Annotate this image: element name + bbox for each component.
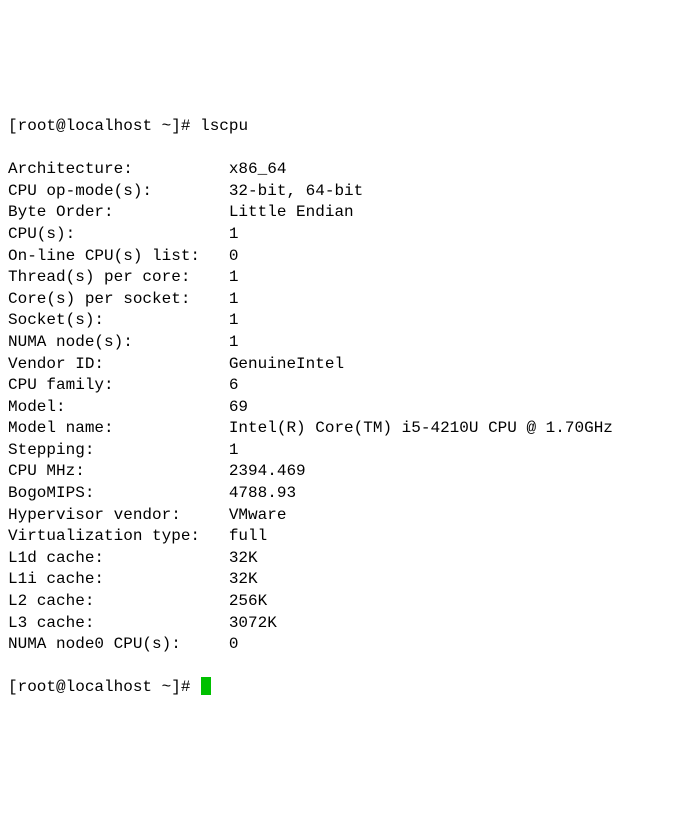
output-value: 2394.469 xyxy=(229,461,306,483)
prompt-open-bracket: [ xyxy=(8,116,18,138)
prompt-path: ~ xyxy=(162,116,172,138)
prompt-at: @ xyxy=(56,116,66,138)
output-label: Stepping: xyxy=(8,440,229,462)
output-row: Byte Order:Little Endian xyxy=(8,202,685,224)
output-label: NUMA node0 CPU(s): xyxy=(8,634,229,656)
output-row: NUMA node(s):1 xyxy=(8,332,685,354)
output-value: Little Endian xyxy=(229,202,354,224)
output-value: 32-bit, 64-bit xyxy=(229,181,363,203)
output-row: Model name:Intel(R) Core(TM) i5-4210U CP… xyxy=(8,418,685,440)
output-row: Core(s) per socket:1 xyxy=(8,289,685,311)
output-label: L2 cache: xyxy=(8,591,229,613)
prompt-user: root xyxy=(18,116,56,138)
output-value: 4788.93 xyxy=(229,483,296,505)
output-row: Vendor ID:GenuineIntel xyxy=(8,354,685,376)
output-label: BogoMIPS: xyxy=(8,483,229,505)
output-value: 32K xyxy=(229,548,258,570)
output-value: 1 xyxy=(229,267,239,289)
output-value: 6 xyxy=(229,375,239,397)
prompt-text: [root@localhost ~]# xyxy=(8,677,200,699)
output-label: CPU family: xyxy=(8,375,229,397)
output-row: Virtualization type:full xyxy=(8,526,685,548)
output-label: Virtualization type: xyxy=(8,526,229,548)
lscpu-output: Architecture:x86_64CPU op-mode(s):32-bit… xyxy=(8,159,685,656)
output-label: Socket(s): xyxy=(8,310,229,332)
output-value: 3072K xyxy=(229,613,277,635)
prompt-line-2[interactable]: [root@localhost ~]# xyxy=(8,677,685,699)
output-label: CPU(s): xyxy=(8,224,229,246)
output-label: Model: xyxy=(8,397,229,419)
prompt-close-bracket: ] xyxy=(171,116,181,138)
output-label: Architecture: xyxy=(8,159,229,181)
output-value: 1 xyxy=(229,310,239,332)
output-row: BogoMIPS:4788.93 xyxy=(8,483,685,505)
prompt-line-1: [root@localhost ~]# lscpu xyxy=(8,116,685,138)
output-row: CPU family:6 xyxy=(8,375,685,397)
output-label: Thread(s) per core: xyxy=(8,267,229,289)
output-row: Model:69 xyxy=(8,397,685,419)
output-value: full xyxy=(229,526,267,548)
cursor-icon xyxy=(201,677,211,695)
output-label: L1d cache: xyxy=(8,548,229,570)
output-row: CPU MHz:2394.469 xyxy=(8,461,685,483)
output-label: Core(s) per socket: xyxy=(8,289,229,311)
output-label: CPU op-mode(s): xyxy=(8,181,229,203)
output-label: Byte Order: xyxy=(8,202,229,224)
output-row: Socket(s):1 xyxy=(8,310,685,332)
output-row: Thread(s) per core:1 xyxy=(8,267,685,289)
output-value: Intel(R) Core(TM) i5-4210U CPU @ 1.70GHz xyxy=(229,418,613,440)
output-value: 1 xyxy=(229,332,239,354)
output-label: CPU MHz: xyxy=(8,461,229,483)
output-value: 1 xyxy=(229,289,239,311)
output-value: 1 xyxy=(229,440,239,462)
output-value: 1 xyxy=(229,224,239,246)
output-label: L3 cache: xyxy=(8,613,229,635)
output-label: L1i cache: xyxy=(8,569,229,591)
output-row: L3 cache:3072K xyxy=(8,613,685,635)
output-value: 256K xyxy=(229,591,267,613)
output-row: On-line CPU(s) list:0 xyxy=(8,246,685,268)
output-label: Vendor ID: xyxy=(8,354,229,376)
output-row: NUMA node0 CPU(s):0 xyxy=(8,634,685,656)
prompt-space xyxy=(152,116,162,138)
output-label: On-line CPU(s) list: xyxy=(8,246,229,268)
command-text: lscpu xyxy=(200,116,248,138)
output-value: GenuineIntel xyxy=(229,354,344,376)
output-row: Architecture:x86_64 xyxy=(8,159,685,181)
prompt-symbol: # xyxy=(181,116,191,138)
terminal-output: [root@localhost ~]# lscpu Architecture:x… xyxy=(8,94,685,720)
output-value: 0 xyxy=(229,246,239,268)
output-row: L2 cache:256K xyxy=(8,591,685,613)
output-value: 0 xyxy=(229,634,239,656)
output-row: CPU op-mode(s):32-bit, 64-bit xyxy=(8,181,685,203)
output-row: L1i cache:32K xyxy=(8,569,685,591)
output-row: CPU(s):1 xyxy=(8,224,685,246)
output-label: NUMA node(s): xyxy=(8,332,229,354)
output-value: x86_64 xyxy=(229,159,287,181)
output-label: Model name: xyxy=(8,418,229,440)
output-row: L1d cache:32K xyxy=(8,548,685,570)
prompt-host: localhost xyxy=(66,116,152,138)
output-value: 32K xyxy=(229,569,258,591)
output-value: 69 xyxy=(229,397,248,419)
output-row: Stepping:1 xyxy=(8,440,685,462)
